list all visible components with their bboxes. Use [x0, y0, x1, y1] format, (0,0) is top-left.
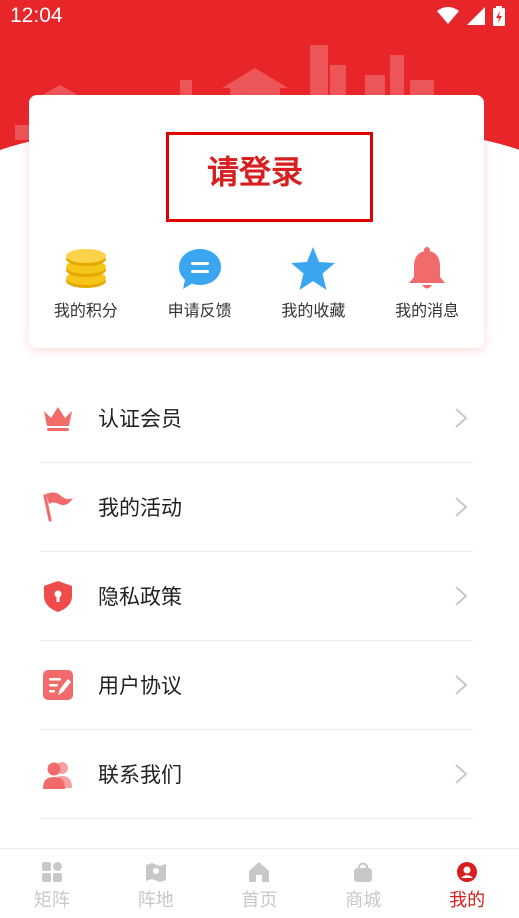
- menu-item-contact-us[interactable]: 联系我们: [40, 730, 473, 819]
- menu-item-label: 我的活动: [98, 496, 182, 520]
- flag-icon: [43, 492, 73, 522]
- menu-item-label: 用户协议: [98, 674, 182, 698]
- quick-action-label: 我的收藏: [281, 301, 346, 320]
- home-icon: [249, 862, 270, 882]
- quick-action-points[interactable]: 我的积分: [29, 245, 143, 325]
- bottom-tab-bar: 矩阵 阵地 首页 商城 我的: [0, 848, 519, 918]
- tab-label: 矩阵: [33, 890, 70, 911]
- tab-label: 我的: [449, 890, 486, 911]
- coins-icon: [65, 249, 106, 288]
- quick-action-feedback[interactable]: 申请反馈: [143, 245, 257, 325]
- grid-icon: [41, 862, 62, 882]
- menu-item-label: 隐私政策: [98, 585, 182, 609]
- contacts-icon: [43, 762, 72, 789]
- user-icon: [457, 862, 478, 882]
- login-button[interactable]: 请登录: [166, 132, 373, 222]
- tab-matrix[interactable]: 矩阵: [0, 849, 104, 918]
- tab-label: 首页: [241, 890, 278, 911]
- star-icon: [291, 247, 336, 290]
- document-edit-icon: [43, 670, 73, 700]
- quick-action-messages[interactable]: 我的消息: [370, 245, 484, 325]
- wifi-icon: [437, 7, 459, 24]
- menu-item-member-verify[interactable]: 认证会员: [40, 374, 473, 463]
- chevron-right-icon: [455, 497, 468, 517]
- settings-menu: 认证会员 我的活动 隐私政策 用户协议 联系我们: [40, 374, 473, 819]
- chat-bubble-icon: [178, 249, 221, 289]
- menu-item-my-activities[interactable]: 我的活动: [40, 463, 473, 552]
- tab-mall[interactable]: 商城: [311, 849, 415, 918]
- menu-item-privacy-policy[interactable]: 隐私政策: [40, 552, 473, 641]
- quick-action-label: 申请反馈: [167, 301, 232, 320]
- chevron-right-icon: [455, 586, 468, 606]
- tab-home[interactable]: 首页: [208, 849, 312, 918]
- menu-item-label: 认证会员: [98, 407, 182, 431]
- tab-position[interactable]: 阵地: [104, 849, 208, 918]
- battery-icon: [493, 6, 505, 26]
- signal-icon: [467, 7, 485, 25]
- chevron-right-icon: [455, 764, 468, 784]
- crown-icon: [44, 407, 72, 431]
- quick-actions: 我的积分 申请反馈 我的收藏 我的消息: [29, 245, 484, 325]
- quick-action-label: 我的积分: [53, 301, 118, 320]
- shield-icon: [44, 581, 72, 612]
- chevron-right-icon: [455, 675, 468, 695]
- quick-action-favorites[interactable]: 我的收藏: [257, 245, 371, 325]
- quick-action-label: 我的消息: [395, 301, 460, 320]
- tab-mine[interactable]: 我的: [415, 849, 519, 918]
- profile-card: 请登录 我的积分 申请反馈 我的收藏 我的消息: [29, 95, 484, 348]
- tab-label: 阵地: [137, 890, 174, 911]
- status-icons: [437, 6, 505, 26]
- bell-icon: [409, 247, 446, 289]
- status-time: 12:04: [10, 4, 63, 27]
- map-icon: [145, 863, 166, 882]
- login-text: 请登录: [207, 153, 304, 191]
- status-bar: 12:04: [0, 0, 519, 32]
- tab-label: 商城: [345, 890, 382, 911]
- menu-item-label: 联系我们: [98, 763, 182, 787]
- chevron-right-icon: [455, 408, 468, 428]
- menu-item-user-agreement[interactable]: 用户协议: [40, 641, 473, 730]
- bag-icon: [354, 862, 373, 882]
